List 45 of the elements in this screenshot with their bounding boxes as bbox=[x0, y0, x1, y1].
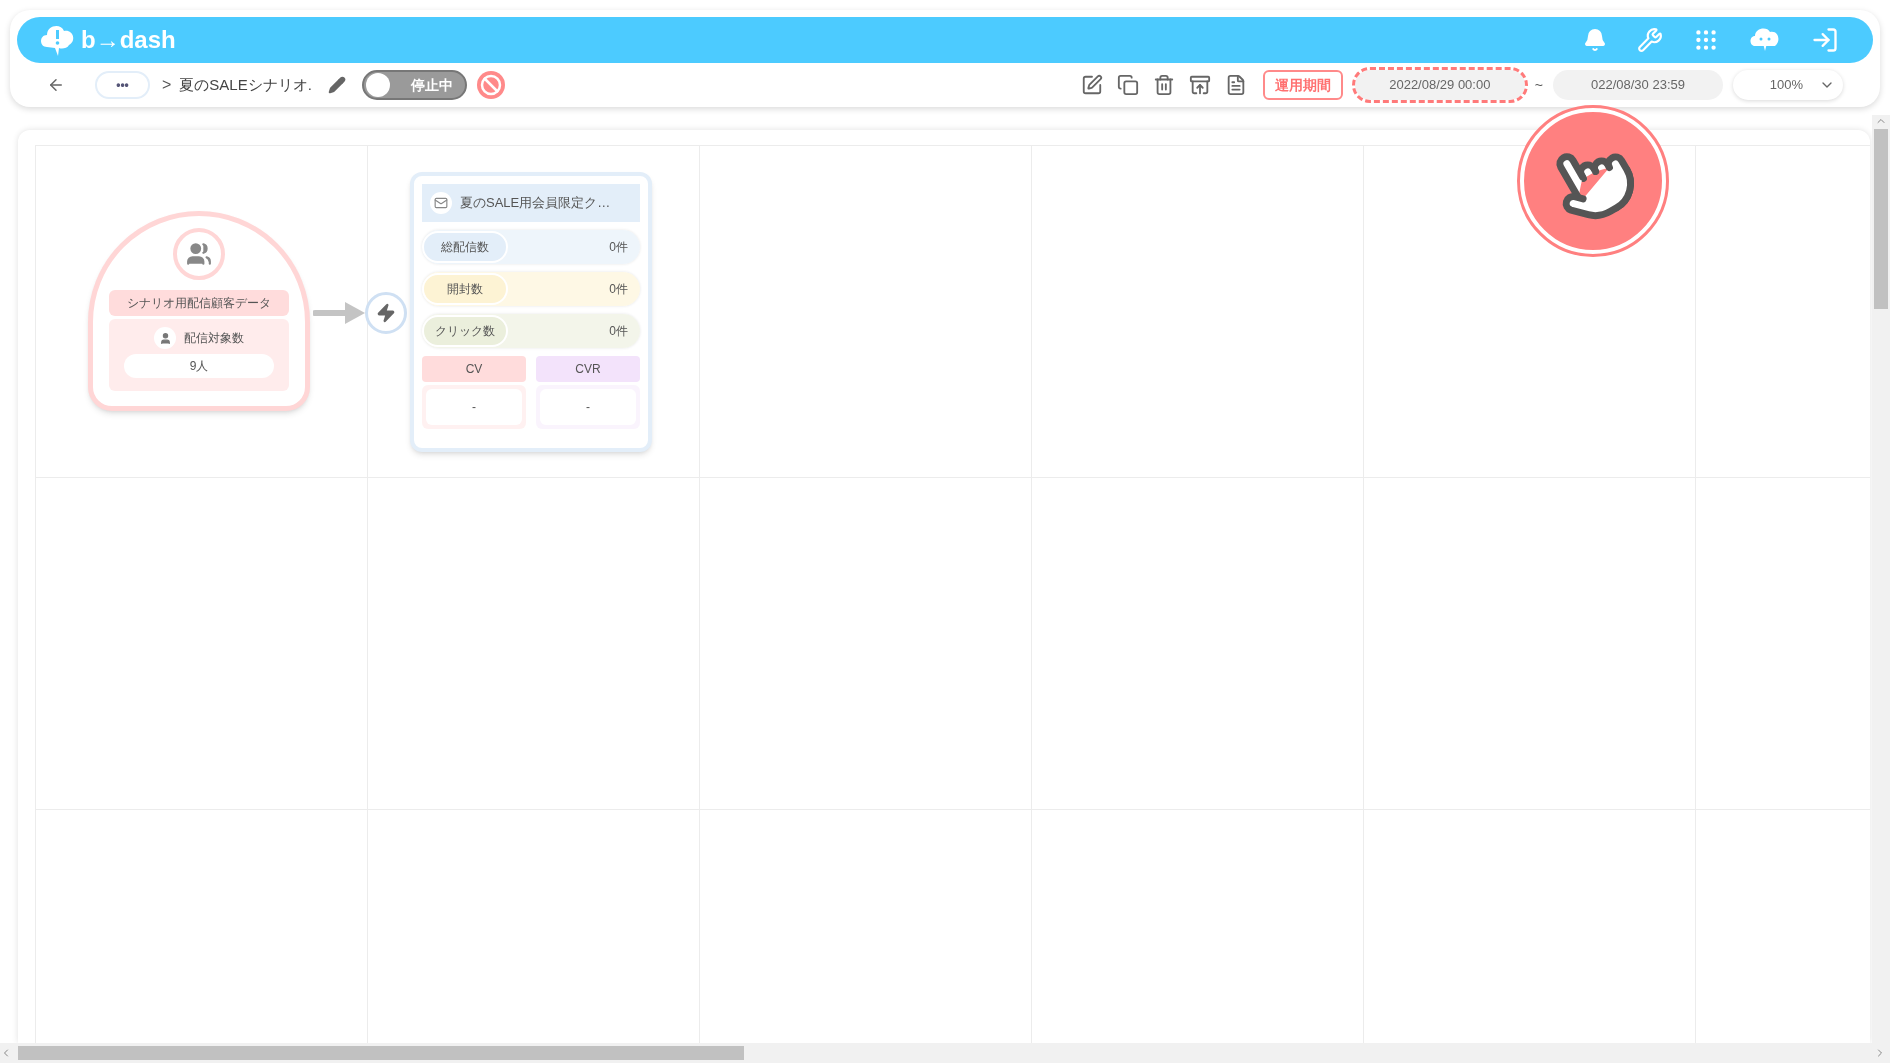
mail-node[interactable]: 夏のSALE用会員限定ク… 総配信数 0件 開封数 0件 クリック数 0件 CV - CVR - bbox=[410, 172, 652, 452]
trigger-node[interactable] bbox=[365, 292, 407, 334]
connector-arrow bbox=[313, 300, 365, 326]
copy-icon[interactable] bbox=[1116, 74, 1139, 96]
lightning-icon bbox=[376, 303, 396, 323]
result-value: - bbox=[426, 389, 522, 425]
metric-value: 0件 bbox=[609, 281, 628, 298]
mail-title: 夏のSALE用会員限定ク… bbox=[460, 194, 611, 213]
metric-label: クリック数 bbox=[422, 315, 508, 347]
scrollbar-thumb[interactable] bbox=[18, 1046, 744, 1060]
blocked-icon[interactable] bbox=[474, 69, 507, 101]
archive-icon[interactable] bbox=[1188, 74, 1211, 96]
count-label: 配信対象数 bbox=[184, 330, 244, 347]
edit-icon[interactable] bbox=[1080, 74, 1103, 96]
metric-value: 0件 bbox=[609, 323, 628, 340]
person-icon bbox=[154, 327, 176, 349]
segment-node[interactable]: シナリオ用配信顧客データ 配信対象数 9人 bbox=[88, 211, 310, 411]
metric-label: 開封数 bbox=[422, 273, 508, 305]
segment-title: シナリオ用配信顧客データ bbox=[109, 290, 289, 316]
count-value: 9人 bbox=[124, 354, 274, 378]
group-icon bbox=[173, 228, 225, 280]
result-label: CVR bbox=[536, 356, 640, 382]
notification-bell-icon[interactable] bbox=[1583, 28, 1607, 52]
metric-label: 総配信数 bbox=[422, 231, 508, 263]
period-label: 運用期間 bbox=[1262, 70, 1343, 100]
breadcrumb-more-button[interactable]: ••• bbox=[95, 71, 150, 99]
result-label: CV bbox=[422, 356, 526, 382]
horizontal-scrollbar[interactable] bbox=[0, 1043, 1890, 1063]
range-separator: ~ bbox=[1534, 75, 1543, 95]
logo-text: b→dash bbox=[81, 25, 176, 55]
wrench-icon[interactable] bbox=[1637, 27, 1663, 53]
scrollbar-thumb[interactable] bbox=[1874, 129, 1888, 309]
result-value: - bbox=[540, 389, 636, 425]
apps-grid-icon[interactable] bbox=[1693, 27, 1719, 53]
breadcrumb-separator: > bbox=[162, 75, 172, 95]
logout-icon[interactable] bbox=[1811, 26, 1839, 54]
zoom-select[interactable]: 100% bbox=[1733, 70, 1843, 100]
pencil-icon[interactable] bbox=[327, 76, 346, 94]
date-field[interactable]: 022/08/30 23:59 bbox=[1553, 70, 1723, 100]
metric-value: 0件 bbox=[609, 239, 628, 256]
date-field[interactable]: 2022/08/29 00:00 bbox=[1354, 70, 1525, 100]
mail-icon bbox=[430, 192, 452, 214]
trash-icon[interactable] bbox=[1152, 74, 1175, 96]
scenario-title: 夏のSALEシナリオ. bbox=[179, 74, 312, 95]
vertical-scrollbar[interactable] bbox=[1872, 115, 1890, 1043]
